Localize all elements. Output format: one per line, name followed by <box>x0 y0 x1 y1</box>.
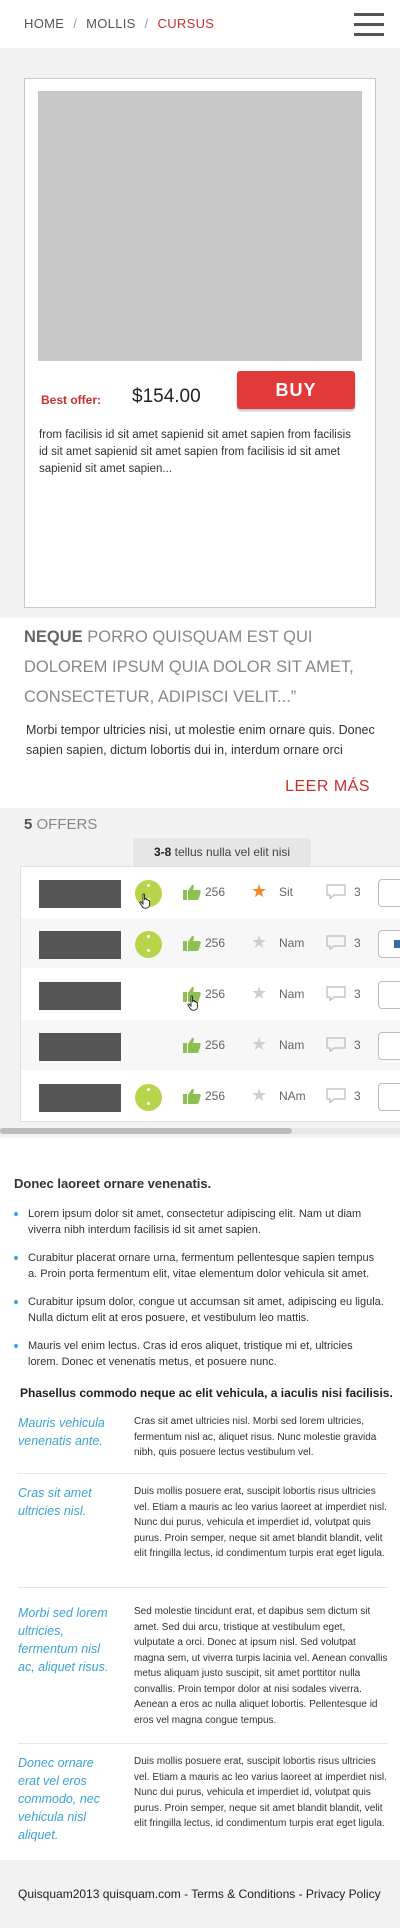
definition-term: Cras sit amet ultricies nisl. <box>18 1486 92 1518</box>
product-card: Best offer: $154.00 BUY from facilisis i… <box>24 78 376 608</box>
offer-checkbox[interactable] <box>378 930 400 958</box>
comment-count: 3 <box>354 1038 361 1052</box>
definition-row: Cras sit amet ultricies nisl. Duis molli… <box>18 1484 388 1588</box>
list-item: Curabitur ipsum dolor, congue ut accumsa… <box>14 1294 384 1326</box>
comment-count: 3 <box>354 1089 361 1103</box>
quote-body: Morbi tempor ultricies nisi, ut molestie… <box>26 723 375 757</box>
thumbs-up-icon[interactable] <box>183 1088 201 1104</box>
hamburger-menu-icon[interactable] <box>354 13 384 37</box>
offer-checkbox[interactable] <box>378 879 400 907</box>
comment-count: 3 <box>354 936 361 950</box>
breadcrumb-home[interactable]: HOME <box>24 16 64 31</box>
like-count: 256 <box>205 987 226 1001</box>
star-icon[interactable]: ★ <box>251 1035 267 1053</box>
status-dot-icon[interactable] <box>135 1084 162 1111</box>
star-icon[interactable]: ★ <box>251 933 267 951</box>
list-item: Lorem ipsum dolor sit amet, consectetur … <box>14 1206 384 1238</box>
table-row[interactable]: 256 ★ Nam 3 <box>21 1020 400 1070</box>
thumbs-up-icon[interactable] <box>183 1037 201 1053</box>
definition-term: Mauris vehicula venenatis ante. <box>18 1416 105 1448</box>
definition-text: Sed molestie tincidunt erat, et dapibus … <box>134 1606 388 1726</box>
product-price: $154.00 <box>132 386 201 407</box>
offer-logo <box>39 880 121 908</box>
like-count: 256 <box>205 885 226 899</box>
top-bar: HOME / MOLLIS / CURSUS <box>0 0 400 48</box>
star-icon[interactable]: ★ <box>251 1086 267 1104</box>
product-image <box>38 91 362 361</box>
product-description: from facilisis id sit amet sapienid sit … <box>39 429 351 475</box>
like-count: 256 <box>205 1038 226 1052</box>
definition-term: Donec ornare erat vel eros commodo, nec … <box>18 1756 100 1842</box>
offer-label: Nam <box>279 987 305 1001</box>
definition-text: Duis mollis posuere erat, suscipit lobor… <box>134 1486 387 1559</box>
hand-cursor-icon <box>187 995 201 1011</box>
offer-label: Sit <box>279 885 294 899</box>
horizontal-scrollbar[interactable] <box>0 1128 400 1134</box>
like-count: 256 <box>205 1089 226 1103</box>
offer-logo <box>39 982 121 1010</box>
like-count: 256 <box>205 936 226 950</box>
table-row[interactable]: 256 ★ NAm 3 <box>21 1071 400 1121</box>
offers-title-label: OFFERS <box>36 816 98 833</box>
quote-heading: NEQUE PORRO QUISQUAM EST QUI DOLOREM IPS… <box>24 622 374 712</box>
list-item: Mauris vel enim lectus. Cras id eros ali… <box>14 1338 384 1370</box>
buy-button[interactable]: BUY <box>237 371 355 409</box>
table-row[interactable]: 256 ★ Nam 3 <box>21 918 400 968</box>
definition-row: Mauris vehicula venenatis ante. Cras sit… <box>18 1414 388 1474</box>
quote-lead: NEQUE <box>24 628 83 646</box>
list-item: Curabitur placerat ornare urna, fermentu… <box>14 1250 384 1282</box>
hand-cursor-icon <box>139 893 153 909</box>
tooltip: 3-8 tellus nulla vel elit nisi <box>133 838 311 866</box>
offer-logo <box>39 1084 121 1112</box>
comment-icon[interactable] <box>326 884 346 900</box>
breadcrumb-current: CURSUS <box>157 16 215 31</box>
thumbs-up-icon[interactable] <box>183 884 201 900</box>
thumbs-up-icon[interactable] <box>183 935 201 951</box>
tooltip-range: 3-8 <box>153 845 172 859</box>
breadcrumb-separator: / <box>144 16 149 31</box>
comment-icon[interactable] <box>326 935 346 951</box>
offers-title: 5 OFFERS <box>24 816 97 833</box>
offers-count: 5 <box>24 816 33 833</box>
definition-text: Duis mollis posuere erat, suscipit lobor… <box>134 1756 387 1829</box>
offer-label: Nam <box>279 1038 305 1052</box>
star-icon[interactable]: ★ <box>251 984 267 1002</box>
status-dot-icon[interactable] <box>135 931 162 958</box>
offer-checkbox[interactable] <box>378 981 400 1009</box>
footer-text[interactable]: Quisquam2013 quisquam.com - Terms & Cond… <box>18 1887 381 1901</box>
offer-logo <box>39 1033 121 1061</box>
content-heading: Donec laoreet ornare venenatis. <box>14 1176 212 1191</box>
comment-icon[interactable] <box>326 1088 346 1104</box>
content-subheading: Phasellus commodo neque ac elit vehicula… <box>20 1386 393 1400</box>
star-icon[interactable]: ★ <box>251 882 267 900</box>
comment-icon[interactable] <box>326 986 346 1002</box>
footer: Quisquam2013 quisquam.com - Terms & Cond… <box>0 1860 400 1928</box>
definition-term: Morbi sed lorem ultricies, fermentum nis… <box>18 1606 109 1674</box>
breadcrumb-mollis[interactable]: MOLLIS <box>86 16 135 31</box>
offer-checkbox[interactable] <box>378 1032 400 1060</box>
comment-icon[interactable] <box>326 1037 346 1053</box>
best-offer-label: Best offer: <box>41 393 102 407</box>
breadcrumb: HOME / MOLLIS / CURSUS <box>24 16 214 31</box>
tooltip-text: tellus nulla vel elit nisi <box>171 845 291 859</box>
breadcrumb-separator: / <box>73 16 78 31</box>
definition-row: Donec ornare erat vel eros commodo, nec … <box>18 1754 388 1850</box>
read-more-link[interactable]: LEER MÁS <box>285 778 370 796</box>
table-row[interactable]: 256 ★ Sit 3 <box>21 867 400 917</box>
comment-count: 3 <box>354 987 361 1001</box>
table-row[interactable]: 256 ★ Nam 3 <box>21 969 400 1019</box>
offers-table: 256 ★ Sit 3 256 ★ Nam 3 256 ★ Nam 3 256 ★ Nam 3 256 ★ NAm 3 <box>20 866 400 1122</box>
offer-checkbox[interactable] <box>378 1083 400 1111</box>
bullet-list: Lorem ipsum dolor sit amet, consectetur … <box>14 1206 384 1382</box>
scrollbar-thumb[interactable] <box>0 1128 292 1134</box>
offer-logo <box>39 931 121 959</box>
definition-text: Cras sit amet ultricies nisl. Morbi sed … <box>134 1416 377 1458</box>
definition-row: Morbi sed lorem ultricies, fermentum nis… <box>18 1604 388 1744</box>
offer-label: NAm <box>279 1089 306 1103</box>
offer-label: Nam <box>279 936 305 950</box>
comment-count: 3 <box>354 885 361 899</box>
